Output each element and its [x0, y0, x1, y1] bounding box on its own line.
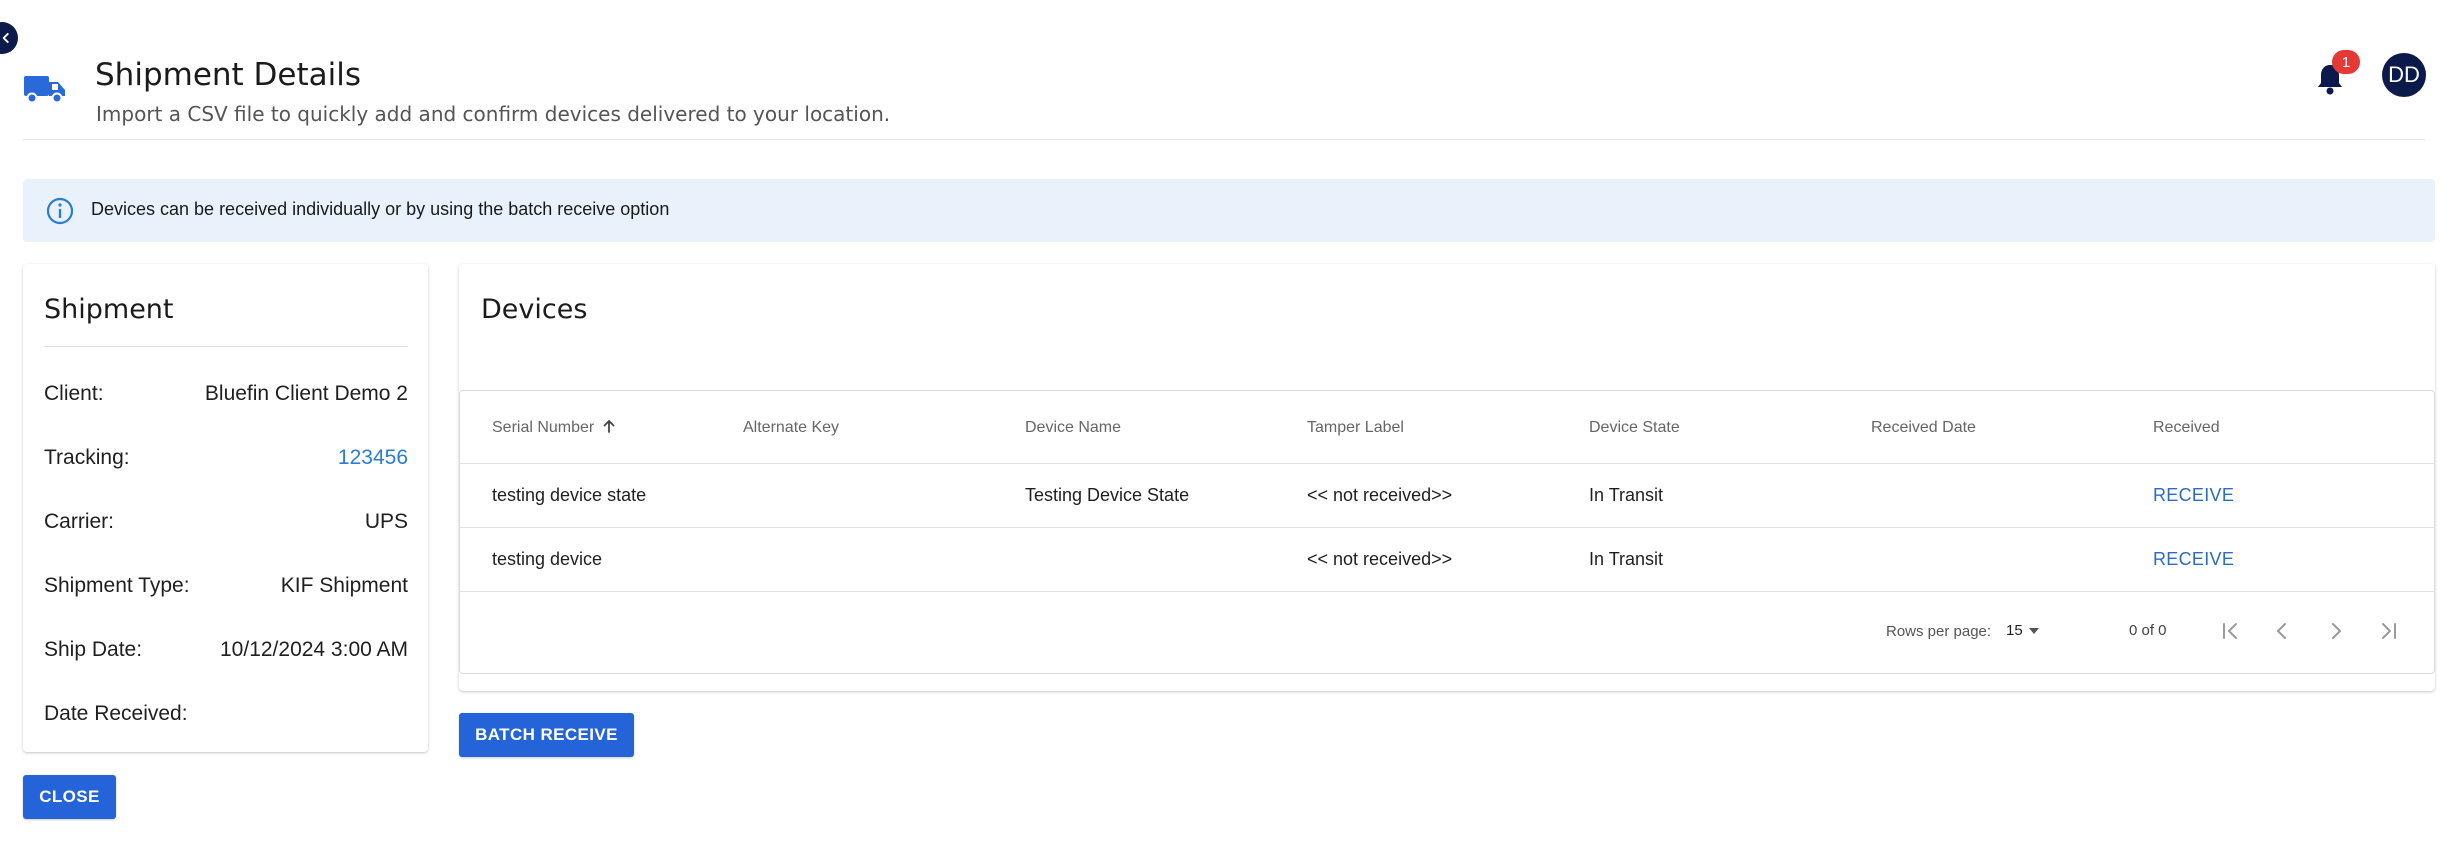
truck-icon [24, 76, 65, 104]
cell-serial-number: testing device [492, 549, 603, 569]
info-alert: Devices can be received individually or … [23, 179, 2435, 242]
table-header: Serial Number Alternate Key Device Name … [460, 391, 2434, 464]
table-row: testing device state Testing Device Stat… [460, 464, 2434, 528]
cell-serial-number: testing device state [492, 485, 647, 505]
client-value: Bluefin Client Demo 2 [204, 382, 408, 405]
rows-per-page-label: Rows per page: [1886, 623, 1992, 640]
first-page-icon [2223, 623, 2237, 639]
ship-date-label: Ship Date: [44, 638, 143, 661]
shipment-type-label: Shipment Type: [44, 574, 190, 597]
next-page-button[interactable] [2320, 615, 2352, 647]
shipment-card: Shipment Client: Bluefin Client Demo 2 T… [23, 264, 428, 752]
table-row: testing device << not received>> In Tran… [460, 528, 2434, 592]
last-page-icon [2382, 623, 2396, 639]
previous-page-button[interactable] [2266, 615, 2298, 647]
column-header-device-name[interactable]: Device Name [1025, 419, 1121, 437]
user-avatar[interactable]: DD [2382, 53, 2426, 97]
receive-button[interactable]: RECEIVE [2153, 485, 2234, 506]
column-header-serial-number[interactable]: Serial Number [492, 419, 616, 437]
devices-table: Serial Number Alternate Key Device Name … [459, 390, 2435, 674]
last-page-button[interactable] [2373, 615, 2405, 647]
date-received-label: Date Received: [44, 702, 188, 725]
close-button[interactable]: CLOSE [23, 775, 116, 819]
dropdown-caret-icon [2028, 627, 2039, 634]
tracking-link[interactable]: 123456 [338, 446, 408, 470]
page-subtitle: Import a CSV file to quickly add and con… [96, 102, 891, 126]
notification-badge: 1 [2332, 50, 2360, 74]
tracking-label: Tracking: [44, 446, 130, 469]
chevron-left-icon [2277, 623, 2286, 639]
carrier-label: Carrier: [44, 510, 115, 533]
devices-title: Devices [481, 294, 588, 325]
client-label: Client: [44, 382, 104, 405]
divider [44, 346, 408, 347]
cell-device-name: Testing Device State [1025, 485, 1190, 505]
sort-ascending-icon[interactable] [602, 419, 616, 433]
column-header-tamper-label[interactable]: Tamper Label [1307, 419, 1404, 437]
column-header-received[interactable]: Received [2153, 419, 2220, 437]
info-icon [46, 197, 74, 225]
page-title: Shipment Details [95, 57, 362, 93]
cell-device-state: In Transit [1589, 485, 1664, 505]
carrier-value: UPS [364, 510, 408, 533]
column-header-device-state[interactable]: Device State [1589, 419, 1680, 437]
page-header: Shipment Details Import a CSV file to qu… [23, 50, 2425, 140]
column-header-label: Serial Number [492, 419, 595, 436]
alert-message: Devices can be received individually or … [91, 199, 670, 219]
rows-per-page-select[interactable]: 15 [2006, 622, 2039, 639]
cell-device-state: In Transit [1589, 549, 1664, 569]
cell-tamper-label: << not received>> [1307, 485, 1453, 505]
column-header-received-date[interactable]: Received Date [1871, 419, 1976, 437]
table-pagination: Rows per page: 15 0 of 0 [460, 593, 2434, 673]
first-page-button[interactable] [2214, 615, 2246, 647]
batch-receive-button[interactable]: BATCH RECEIVE [459, 713, 634, 757]
column-header-alternate-key[interactable]: Alternate Key [743, 419, 839, 437]
cell-tamper-label: << not received>> [1307, 549, 1453, 569]
shipment-title: Shipment [44, 294, 174, 325]
receive-button[interactable]: RECEIVE [2153, 549, 2234, 570]
chevron-left-icon [2, 32, 9, 44]
ship-date-value: 10/12/2024 3:00 AM [220, 638, 408, 661]
shipment-type-value: KIF Shipment [280, 574, 408, 597]
rows-per-page-value: 15 [2006, 622, 2023, 639]
devices-card: Devices Serial Number Alternate Key Devi… [459, 264, 2435, 691]
back-button[interactable] [0, 22, 18, 54]
chevron-right-icon [2332, 623, 2341, 639]
pagination-range: 0 of 0 [2129, 622, 2167, 639]
